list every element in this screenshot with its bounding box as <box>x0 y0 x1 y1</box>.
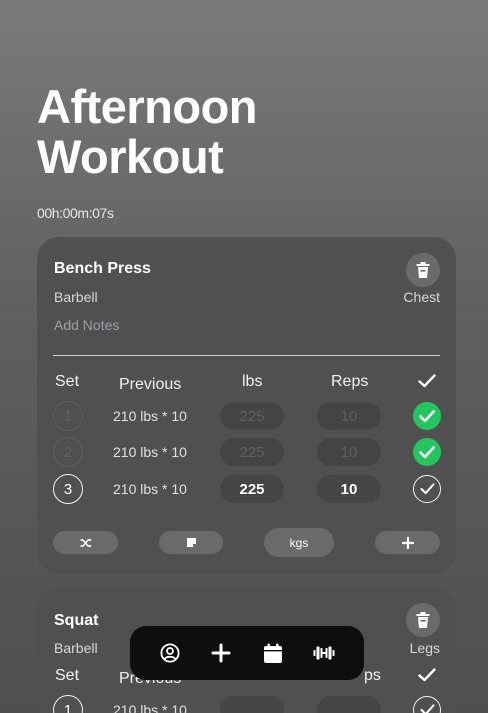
lbs-input[interactable] <box>220 696 284 713</box>
header-set: Set <box>55 667 80 684</box>
header-check-icon <box>418 374 436 388</box>
nav-add-button[interactable] <box>206 638 236 668</box>
workout-title-line2: Workout <box>37 130 224 183</box>
divider <box>53 355 440 356</box>
set-number[interactable]: 1 <box>53 695 83 713</box>
exercise-muscle: Legs <box>409 640 440 656</box>
swap-exercise-button[interactable] <box>53 531 118 554</box>
exercise-note-button[interactable] <box>159 531 223 554</box>
exercise-name[interactable]: Bench Press <box>54 260 151 278</box>
complete-set-button[interactable] <box>413 438 441 466</box>
workout-timer: 00h:00m:07s <box>37 205 114 221</box>
dumbbell-icon <box>313 646 335 660</box>
sticky-note-icon <box>186 538 196 547</box>
checkmark-icon <box>419 445 435 458</box>
previous-value: 210 lbs * 10 <box>113 702 187 713</box>
reps-input[interactable]: 10 <box>317 475 381 503</box>
exercise-name[interactable]: Squat <box>54 612 98 630</box>
header-reps: Reps <box>331 373 369 390</box>
bottom-nav-bar <box>130 626 364 680</box>
checkmark-icon <box>419 409 435 422</box>
trash-icon <box>416 612 430 628</box>
complete-set-button[interactable] <box>413 402 441 430</box>
workout-title: Afternoon Workout <box>37 80 258 183</box>
delete-exercise-button[interactable] <box>406 603 440 637</box>
profile-icon <box>160 643 180 663</box>
header-lbs: lbs <box>242 373 263 390</box>
lbs-input[interactable]: 225 <box>220 438 284 466</box>
header-previous: Previous <box>119 376 182 393</box>
reps-input[interactable] <box>317 696 381 713</box>
reps-input[interactable]: 10 <box>317 438 381 466</box>
plus-icon <box>401 536 414 549</box>
set-number[interactable]: 1 <box>53 401 83 431</box>
delete-exercise-button[interactable] <box>406 253 440 287</box>
header-reps: ps <box>364 667 381 684</box>
set-number[interactable]: 2 <box>53 437 83 467</box>
header-set: Set <box>55 373 80 390</box>
exercise-muscle: Chest <box>403 289 440 305</box>
set-row: 1 210 lbs * 10 <box>37 695 456 713</box>
complete-set-button[interactable] <box>413 696 441 713</box>
add-icon <box>211 643 231 663</box>
complete-set-button[interactable] <box>413 475 441 503</box>
exercise-equipment: Barbell <box>54 289 98 305</box>
workout-title-line1: Afternoon <box>37 80 258 133</box>
set-row: 2 210 lbs * 10 225 10 <box>37 437 456 467</box>
calendar-icon <box>263 643 282 663</box>
checkmark-icon <box>419 483 435 495</box>
nav-exercises-button[interactable] <box>309 638 339 668</box>
nav-profile-button[interactable] <box>155 638 185 668</box>
exercise-equipment: Barbell <box>54 640 98 656</box>
units-toggle-button[interactable]: kgs <box>264 528 334 557</box>
checkmark-icon <box>419 704 435 713</box>
previous-value: 210 lbs * 10 <box>113 444 187 460</box>
set-row: 1 210 lbs * 10 225 10 <box>37 401 456 431</box>
set-row: 3 210 lbs * 10 225 10 <box>37 474 456 504</box>
previous-value: 210 lbs * 10 <box>113 408 187 424</box>
trash-icon <box>416 262 430 278</box>
add-notes-input[interactable]: Add Notes <box>54 317 119 333</box>
shuffle-icon <box>80 538 91 547</box>
lbs-input[interactable]: 225 <box>220 402 284 430</box>
lbs-input[interactable]: 225 <box>220 475 284 503</box>
previous-value: 210 lbs * 10 <box>113 481 187 497</box>
exercise-card-bench-press: Bench Press Barbell Chest Add Notes Set … <box>37 237 456 574</box>
header-check-icon <box>418 668 436 682</box>
set-number[interactable]: 3 <box>53 474 83 504</box>
add-set-button[interactable] <box>375 531 440 554</box>
nav-calendar-button[interactable] <box>258 638 288 668</box>
reps-input[interactable]: 10 <box>317 402 381 430</box>
